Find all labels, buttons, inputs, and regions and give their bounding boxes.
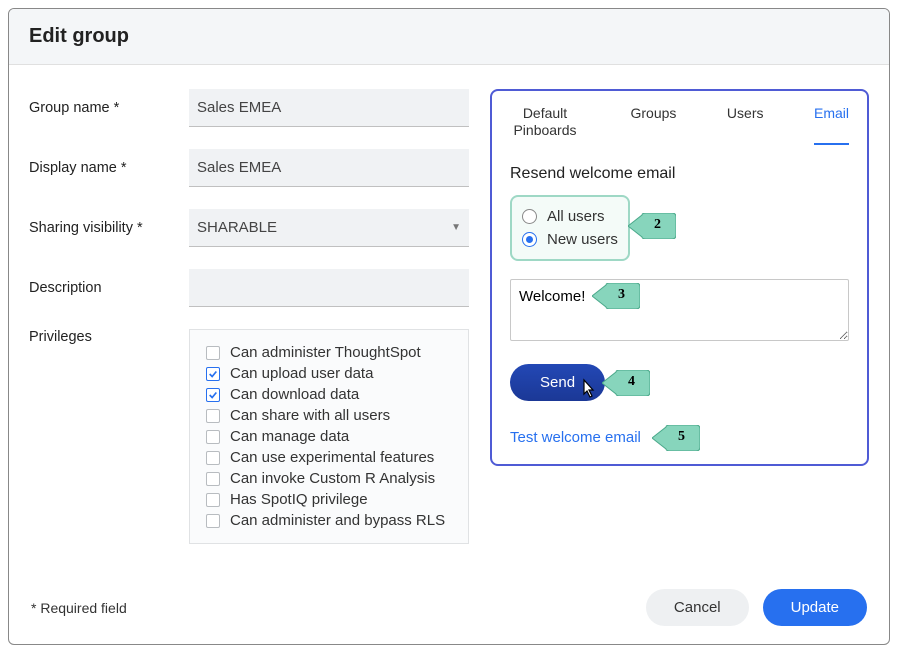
group-name-input[interactable] [189,89,469,127]
chevron-down-icon: ▼ [451,222,461,233]
send-button[interactable]: Send [510,364,605,401]
tab-users[interactable]: Users [727,105,764,145]
radio-icon [522,232,537,247]
privilege-label: Has SpotIQ privilege [230,491,368,508]
checkbox-icon [206,514,220,528]
privilege-label: Can administer and bypass RLS [230,512,445,529]
group-name-label: Group name * [29,100,189,116]
privileges-box: Can administer ThoughtSpot Can upload use… [189,329,469,544]
callout-2: 2 [628,213,676,239]
privilege-item[interactable]: Can administer ThoughtSpot [206,342,452,363]
form-column: Group name * Display name * Sharing visi… [29,89,489,566]
privileges-label: Privileges [29,329,189,345]
callout-4: 4 [602,370,650,396]
privilege-item[interactable]: Can use experimental features [206,447,452,468]
callout-5: 5 [652,425,700,451]
tab-groups[interactable]: Groups [631,105,677,145]
sharing-visibility-value: SHARABLE [197,219,277,236]
radio-all-users[interactable]: All users [522,205,618,228]
description-label: Description [29,280,189,296]
display-name-label: Display name * [29,160,189,176]
privilege-item[interactable]: Has SpotIQ privilege [206,489,452,510]
update-button[interactable]: Update [763,589,867,626]
welcome-message-textarea[interactable] [510,279,849,341]
tabs: Default Pinboards Groups Users Email [510,105,849,145]
privilege-label: Can administer ThoughtSpot [230,344,421,361]
sharing-visibility-label: Sharing visibility * [29,220,189,236]
email-panel: Default Pinboards Groups Users Email Res… [490,89,869,466]
edit-group-dialog: Edit group Group name * Display name * S… [8,8,890,645]
privilege-item[interactable]: Can upload user data [206,363,452,384]
description-input[interactable] [189,269,469,307]
required-note: * Required field [31,600,127,616]
radio-new-users[interactable]: New users [522,228,618,251]
dialog-header: Edit group [9,9,889,65]
privilege-item[interactable]: Can administer and bypass RLS [206,510,452,531]
privilege-label: Can invoke Custom R Analysis [230,470,435,487]
privilege-item[interactable]: Can invoke Custom R Analysis [206,468,452,489]
privilege-item[interactable]: Can manage data [206,426,452,447]
cancel-button[interactable]: Cancel [646,589,749,626]
checkbox-icon [206,388,220,402]
checkbox-icon [206,493,220,507]
privilege-label: Can use experimental features [230,449,434,466]
dialog-footer: * Required field Cancel Update [9,571,889,644]
checkbox-icon [206,346,220,360]
checkbox-icon [206,367,220,381]
privilege-item[interactable]: Can download data [206,384,452,405]
tab-email[interactable]: Email [814,105,849,145]
recipient-radio-group: All users New users [510,195,630,261]
dialog-title: Edit group [29,25,869,48]
tab-default-pinboards[interactable]: Default Pinboards [510,105,580,145]
resend-title: Resend welcome email [510,165,849,183]
privilege-item[interactable]: Can share with all users [206,405,452,426]
test-welcome-email-link[interactable]: Test welcome email [510,429,641,446]
display-name-input[interactable] [189,149,469,187]
checkbox-icon [206,451,220,465]
sharing-visibility-select[interactable]: SHARABLE ▼ [189,209,469,247]
checkbox-icon [206,472,220,486]
checkbox-icon [206,409,220,423]
privilege-label: Can download data [230,386,359,403]
privilege-label: Can share with all users [230,407,390,424]
checkbox-icon [206,430,220,444]
privilege-label: Can upload user data [230,365,373,382]
privilege-label: Can manage data [230,428,349,445]
radio-icon [522,209,537,224]
